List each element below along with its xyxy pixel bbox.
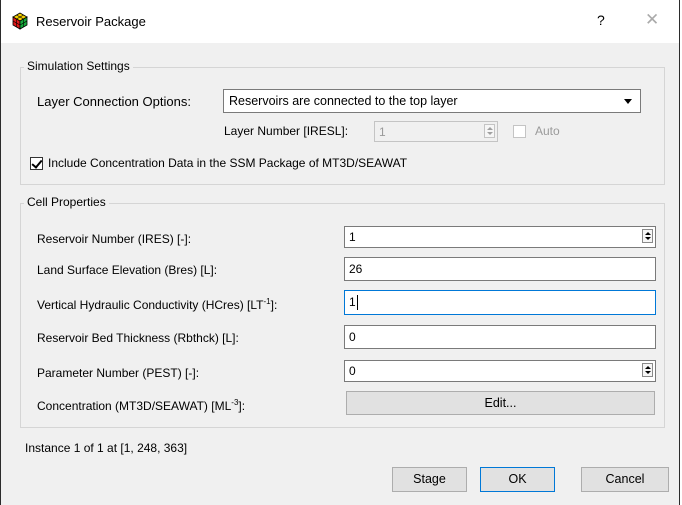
vhc-value: 1 — [349, 295, 356, 309]
parameter-number-value: 0 — [349, 364, 356, 378]
land-surface-label: Land Surface Elevation (Bres) [L]: — [37, 263, 218, 277]
edit-concentration-button[interactable]: Edit... — [346, 391, 655, 415]
stage-button[interactable]: Stage — [392, 467, 467, 492]
spinner-arrows-icon — [484, 124, 495, 138]
reservoir-number-label: Reservoir Number (IRES) [-]: — [37, 232, 192, 246]
cell-properties-title: Cell Properties — [24, 195, 109, 209]
bed-thickness-input[interactable]: 0 — [344, 325, 656, 349]
layer-connection-value: Reservoirs are connected to the top laye… — [229, 94, 458, 108]
vhc-input[interactable]: 1 — [344, 290, 656, 315]
title-bar: Reservoir Package ? ✕ — [1, 0, 679, 43]
include-concentration-checkbox[interactable] — [30, 157, 43, 170]
reservoir-number-value: 1 — [349, 230, 356, 244]
auto-checkbox[interactable] — [513, 125, 526, 138]
layer-connection-dropdown[interactable]: Reservoirs are connected to the top laye… — [223, 89, 641, 113]
bed-thickness-value: 0 — [349, 330, 356, 344]
reservoir-number-spinner[interactable]: 1 — [344, 226, 656, 248]
instance-status: Instance 1 of 1 at [1, 248, 363] — [25, 441, 188, 455]
colored-grid-cube-icon — [12, 12, 28, 30]
vhc-label: Vertical Hydraulic Conductivity (HCres) … — [37, 297, 278, 312]
checkmark-icon — [31, 157, 43, 169]
bed-thickness-label: Reservoir Bed Thickness (Rbthck) [L]: — [37, 331, 239, 345]
spinner-arrows-icon — [642, 229, 653, 243]
parameter-number-label: Parameter Number (PEST) [-]: — [37, 366, 200, 380]
layer-number-value: 1 — [379, 125, 386, 139]
auto-label: Auto — [535, 124, 560, 138]
help-button[interactable]: ? — [597, 12, 605, 28]
parameter-number-spinner[interactable]: 0 — [344, 360, 656, 382]
reservoir-package-dialog: Reservoir Package ? ✕ Simulation Setting… — [0, 0, 680, 505]
include-concentration-label: Include Concentration Data in the SSM Pa… — [48, 156, 408, 170]
land-surface-value: 26 — [349, 262, 363, 276]
cancel-button[interactable]: Cancel — [581, 467, 669, 492]
chevron-down-icon — [624, 99, 632, 104]
simulation-settings-title: Simulation Settings — [24, 59, 133, 73]
ok-button[interactable]: OK — [480, 467, 555, 492]
land-surface-input[interactable]: 26 — [344, 257, 656, 281]
layer-connection-label: Layer Connection Options: — [37, 94, 191, 109]
layer-number-spinner[interactable]: 1 — [374, 121, 498, 142]
concentration-label: Concentration (MT3D/SEAWAT) [ML-3]: — [37, 398, 246, 413]
window-title: Reservoir Package — [36, 14, 146, 29]
text-cursor — [357, 295, 358, 310]
close-icon[interactable]: ✕ — [645, 10, 659, 30]
spinner-arrows-icon — [642, 363, 653, 377]
layer-number-label: Layer Number [IRESL]: — [224, 124, 349, 138]
